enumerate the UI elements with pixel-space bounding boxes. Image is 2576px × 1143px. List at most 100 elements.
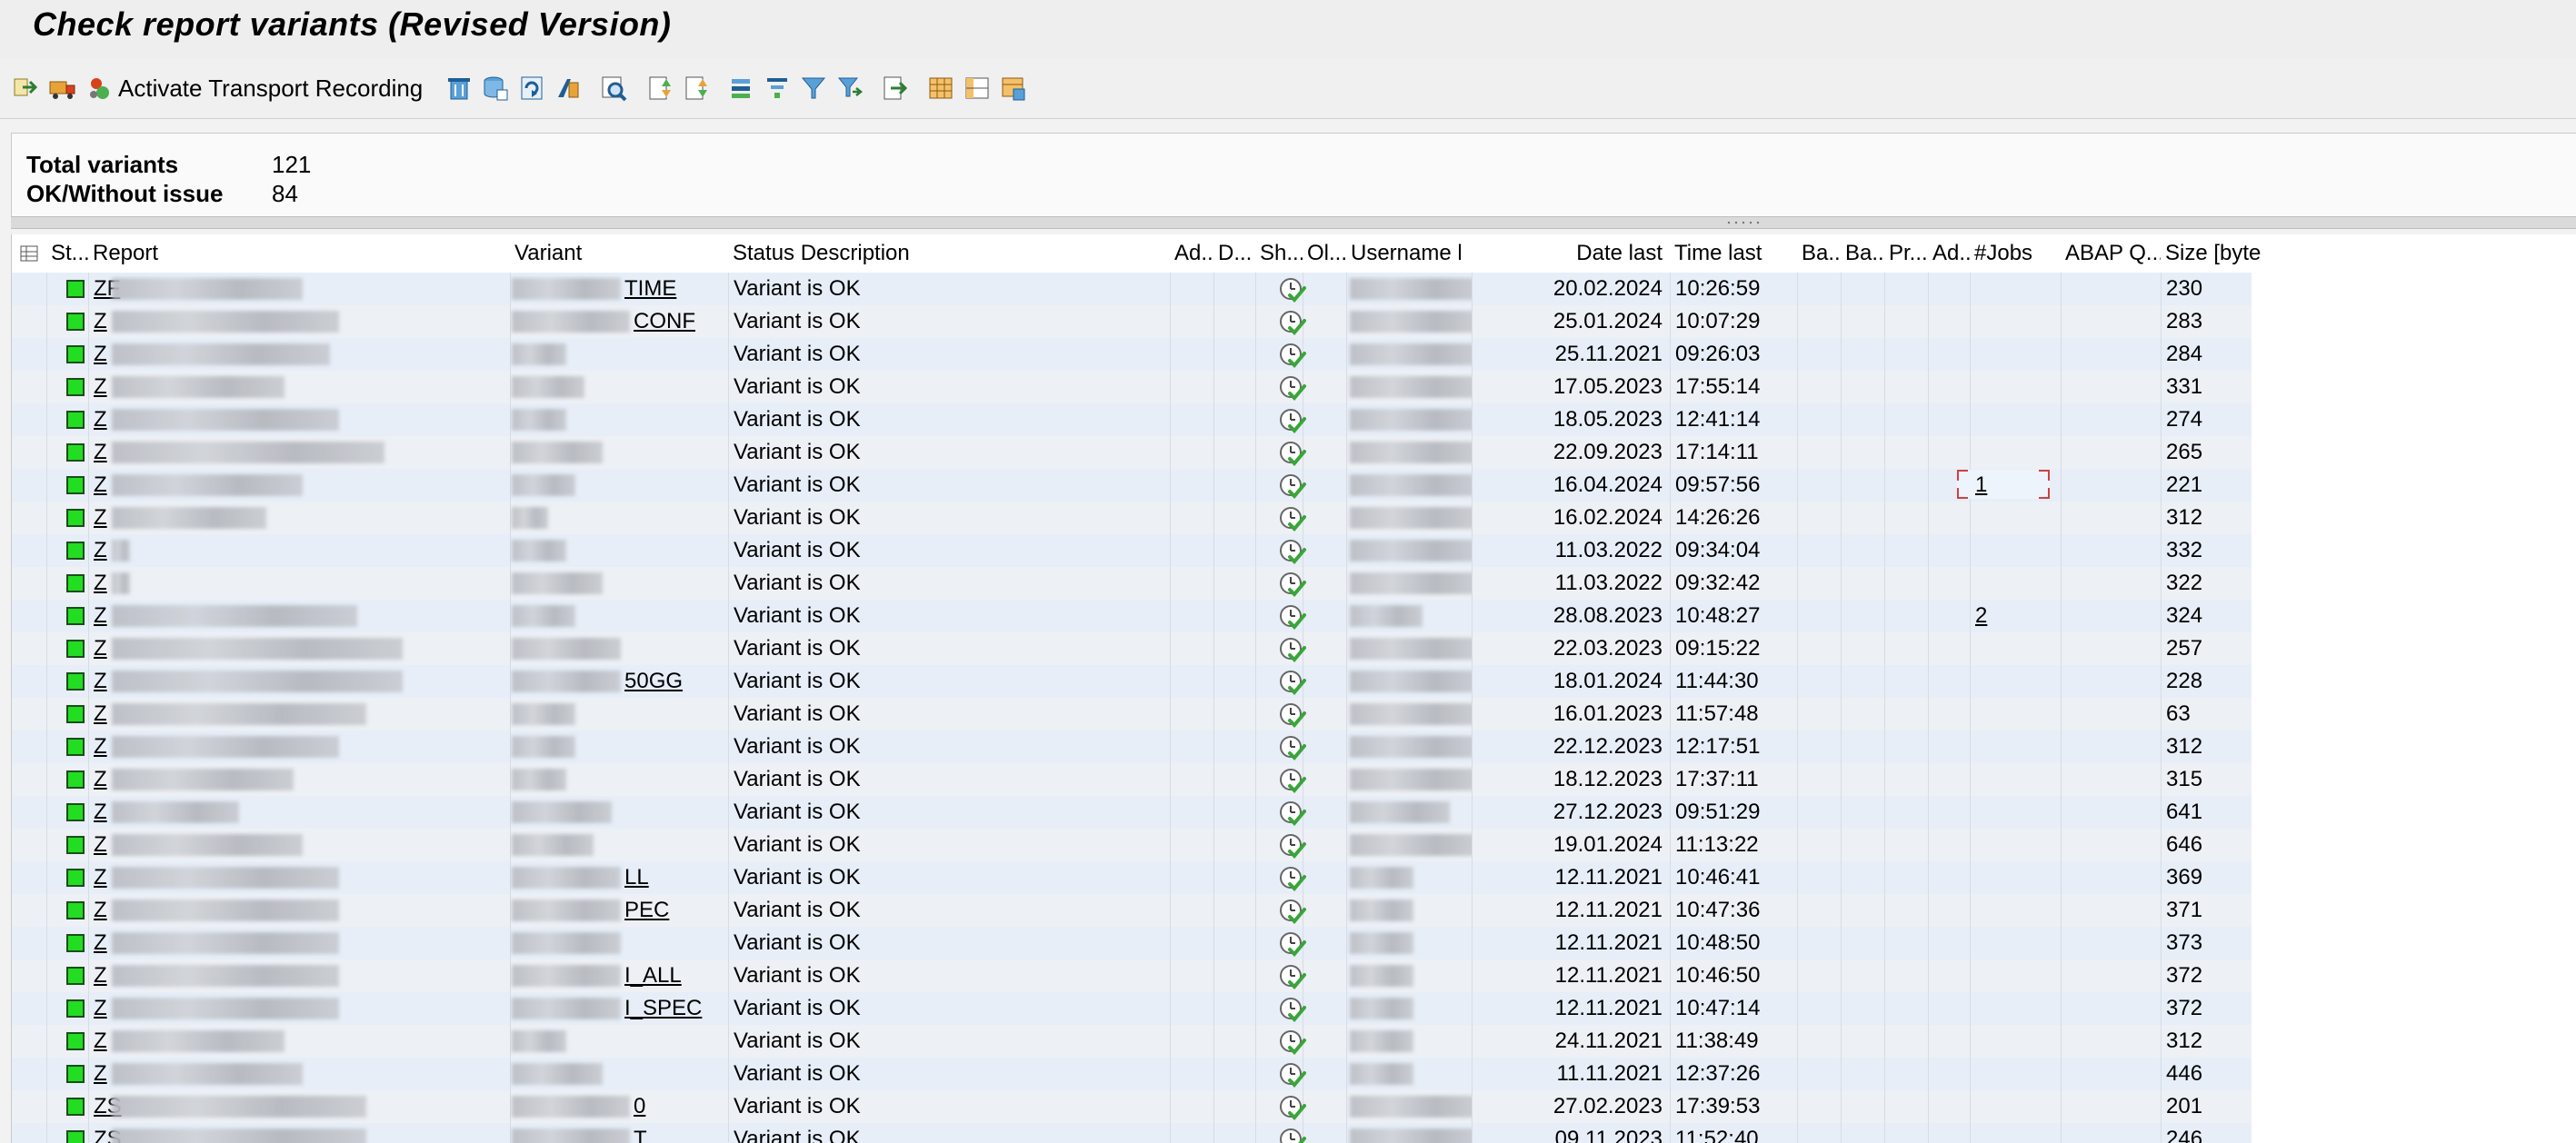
report-name[interactable]: Z [94,603,107,628]
report-name[interactable]: Z [94,701,107,726]
variant-link[interactable] [510,469,728,502]
truck-icon[interactable] [47,71,78,105]
report-name[interactable]: Z [94,571,107,595]
table-row[interactable]: Z CONF Variant is OK 25.01.2024 10:07:29 283 [12,305,2252,338]
report-link[interactable]: Z [88,305,510,338]
sort-descending-icon[interactable] [682,71,713,105]
layout-grid-icon[interactable] [925,71,956,105]
variant-link[interactable]: T [510,1123,728,1143]
report-link[interactable]: Z [88,371,510,403]
variant-name[interactable]: 50GG [624,665,683,698]
report-link[interactable]: Z [88,502,510,534]
panel-splitter[interactable] [11,216,2576,229]
report-name[interactable]: Z [94,1029,107,1053]
table-row[interactable]: Z Variant is OK 25.11.2021 09:26:03 284 [12,338,2252,371]
variant-name[interactable]: T [634,1123,647,1143]
column-header-ba2[interactable]: Ba... [1841,234,1884,273]
report-name[interactable]: Z [94,898,107,922]
table-row[interactable]: Z I_ALL Variant is OK 12.11.2021 10:46:50 372 [12,959,2252,992]
report-link[interactable]: Z [88,436,510,469]
table-row[interactable]: Z Variant is OK 22.03.2023 09:15:22 257 [12,632,2252,665]
report-name[interactable]: Z [94,472,107,497]
transport-record-icon[interactable] [85,71,115,105]
table-row[interactable]: Z Variant is OK 12.11.2021 10:48:50 373 [12,927,2252,959]
variant-link[interactable] [510,338,728,371]
table-row[interactable]: Z Variant is OK 16.02.2024 14:26:26 312 [12,502,2252,534]
table-row[interactable]: Z Variant is OK 24.11.2021 11:38:49 312 [12,1025,2252,1058]
report-link[interactable]: Z [88,665,510,698]
table-row[interactable]: Z PEC Variant is OK 12.11.2021 10:47:36 371 [12,894,2252,927]
report-link[interactable]: ZS [88,1123,510,1143]
variant-name[interactable]: CONF [634,305,695,338]
transport-arrow-icon[interactable] [11,71,40,105]
report-name[interactable]: Z [94,865,107,890]
table-row[interactable]: Z Variant is OK 22.12.2023 12:17:51 312 [12,731,2252,763]
report-link[interactable]: ZF [88,273,510,305]
variant-link[interactable] [510,403,728,436]
variant-link[interactable]: LL [510,861,728,894]
table-row[interactable]: ZS T Variant is OK 09.11.2023 11:52:40 246 [12,1123,2252,1143]
variant-link[interactable] [510,698,728,731]
report-name[interactable]: Z [94,1061,107,1086]
activate-transport-recording-button[interactable]: Activate Transport Recording [118,71,423,105]
variant-link[interactable]: I_ALL [510,959,728,992]
report-link[interactable]: Z [88,731,510,763]
table-row[interactable]: Z Variant is OK 11.11.2021 12:37:26 446 [12,1058,2252,1090]
report-name[interactable]: Z [94,538,107,562]
variant-link[interactable] [510,829,728,861]
variant-name[interactable]: 0 [634,1090,645,1123]
column-header-status[interactable]: Status Description [728,234,1170,273]
table-row[interactable]: Z Variant is OK 11.03.2022 09:34:04 332 [12,534,2252,567]
details-icon[interactable] [598,71,629,105]
variant-link[interactable]: PEC [510,894,728,927]
report-link[interactable]: Z [88,403,510,436]
table-row[interactable]: Z Variant is OK 22.09.2023 17:14:11 265 [12,436,2252,469]
column-header-pr[interactable]: Pr... [1884,234,1928,273]
table-row[interactable]: Z LL Variant is OK 12.11.2021 10:46:41 369 [12,861,2252,894]
report-name[interactable]: Z [94,930,107,955]
jobs-count-link[interactable]: 2 [1970,600,2061,632]
variant-link[interactable] [510,1058,728,1090]
table-row[interactable]: Z Variant is OK 18.12.2023 17:37:11 315 [12,763,2252,796]
report-name[interactable]: Z [94,734,107,759]
delete-icon[interactable] [444,71,474,105]
report-link[interactable]: Z [88,534,510,567]
clock-check-icon[interactable] [1277,1126,1308,1143]
variant-link[interactable]: CONF [510,305,728,338]
report-link[interactable]: ZS [88,1090,510,1123]
filter-list-icon[interactable] [762,71,793,105]
report-link[interactable]: Z [88,829,510,861]
table-row[interactable]: Z Variant is OK 16.04.2024 09:57:56 1 221 [12,469,2252,502]
report-link[interactable]: Z [88,959,510,992]
layout-change-icon[interactable] [962,71,993,105]
report-link[interactable]: Z [88,927,510,959]
table-row[interactable]: Z 50GG Variant is OK 18.01.2024 11:44:30 228 [12,665,2252,698]
column-header-d[interactable]: D... [1213,234,1255,273]
report-link[interactable]: Z [88,698,510,731]
report-link[interactable]: Z [88,567,510,600]
database-icon[interactable] [480,71,511,105]
column-header-sh[interactable]: Sh... [1255,234,1303,273]
column-header-report[interactable]: Report [88,234,510,273]
column-header-ol[interactable]: Ol... [1303,234,1346,273]
filter-icon[interactable] [798,71,829,105]
check-tool-icon[interactable] [553,71,584,105]
layout-save-icon[interactable] [998,71,1029,105]
variant-link[interactable] [510,567,728,600]
report-link[interactable]: Z [88,600,510,632]
column-header-time[interactable]: Time last [1670,234,1797,273]
variant-link[interactable] [510,600,728,632]
report-name[interactable]: Z [94,636,107,661]
table-row[interactable]: Z Variant is OK 16.01.2023 11:57:48 63 [12,698,2252,731]
variant-link[interactable]: I_SPEC [510,992,728,1025]
report-name[interactable]: Z [94,309,107,333]
variant-name[interactable]: I_ALL [624,959,682,992]
report-name[interactable]: Z [94,342,107,366]
report-name[interactable]: Z [94,505,107,530]
column-header-ad2[interactable]: Ad... [1928,234,1970,273]
refresh-icon[interactable] [516,71,547,105]
export-icon[interactable] [880,71,911,105]
report-name[interactable]: Z [94,963,107,988]
variant-link[interactable] [510,731,728,763]
column-header-date[interactable]: Date last [1472,234,1670,273]
